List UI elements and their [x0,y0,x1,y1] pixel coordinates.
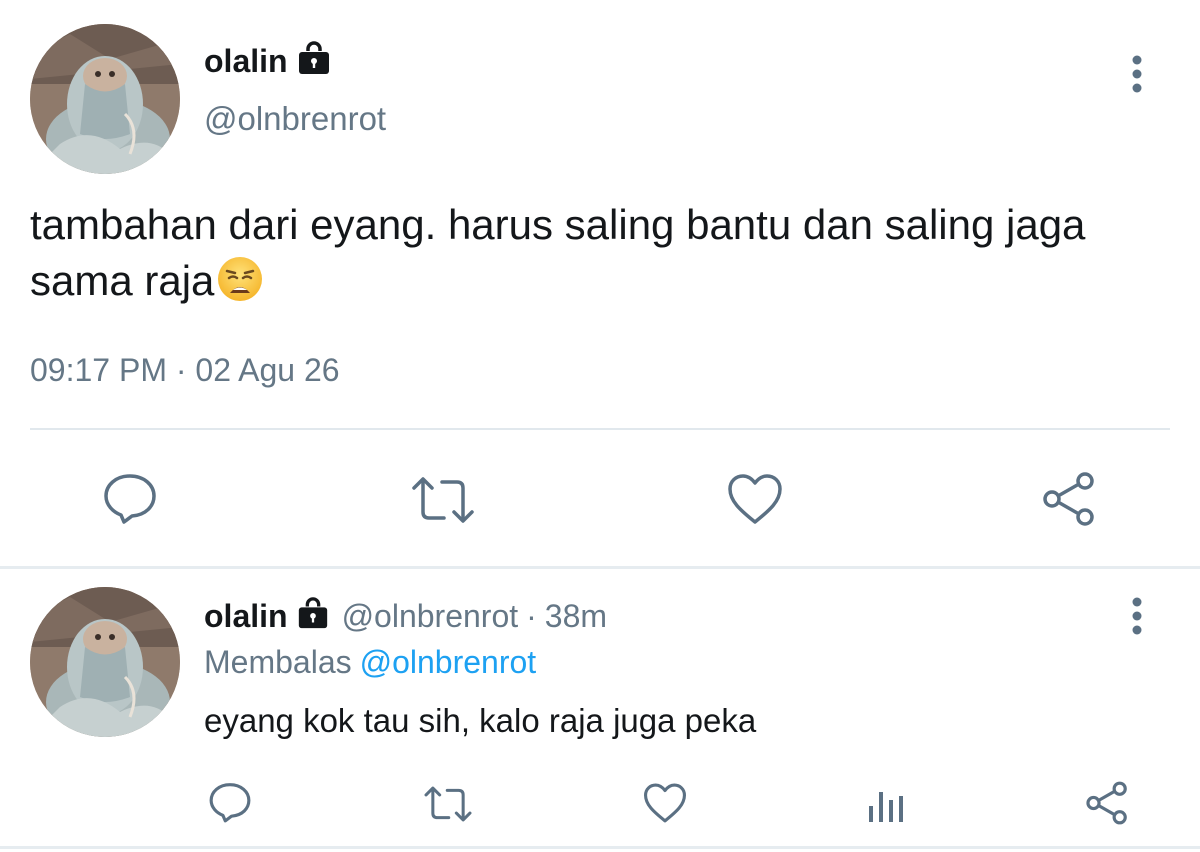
retweet-icon[interactable] [423,784,473,829]
retweet-icon[interactable] [410,474,476,531]
weary-face-emoji [216,255,264,317]
like-icon[interactable] [642,782,688,829]
author-name-row: olalin [204,40,332,82]
reply-avatar[interactable] [30,587,180,737]
separator-dot: · [526,597,537,634]
tweet-text-content: tambahan dari eyang. harus saling bantu … [30,201,1086,304]
more-options-icon[interactable] [1127,594,1147,638]
tweet-detail-page: olalin @olnbrenrot tambahan dari eyang. … [0,0,1200,852]
share-icon[interactable] [1084,780,1130,831]
display-name[interactable]: olalin [204,43,288,80]
tweet-text: tambahan dari eyang. harus saling bantu … [30,197,1150,317]
reply-time-ago[interactable]: 38m [545,598,607,635]
reply-display-name[interactable]: olalin [204,598,288,635]
tweet-timestamp[interactable]: 09:17 PM · 02 Agu 26 [30,352,340,389]
avatar[interactable] [30,24,180,174]
like-icon[interactable] [726,472,784,531]
replying-to-mention[interactable]: @olnbrenrot [360,644,537,680]
more-options-icon[interactable] [1127,52,1147,96]
share-icon[interactable] [1040,470,1098,533]
reply-author-row: olalin @olnbrenrot · 38m [204,596,607,636]
replying-to-row: Membalas @olnbrenrot [204,644,536,681]
main-tweet: olalin @olnbrenrot tambahan dari eyang. … [0,0,1200,568]
reply-text: eyang kok tau sih, kalo raja juga peka [204,702,757,739]
lock-icon [296,40,332,82]
section-separator [0,566,1200,569]
analytics-icon[interactable] [866,784,906,829]
replying-prefix: Membalas [204,644,352,680]
reply-icon[interactable] [102,470,158,531]
lock-icon [296,596,330,636]
reply-icon[interactable] [208,780,252,829]
divider [30,428,1170,430]
reply-handle[interactable]: @olnbrenrot [342,598,519,635]
author-handle[interactable]: @olnbrenrot [204,100,386,138]
bottom-divider [0,846,1200,849]
